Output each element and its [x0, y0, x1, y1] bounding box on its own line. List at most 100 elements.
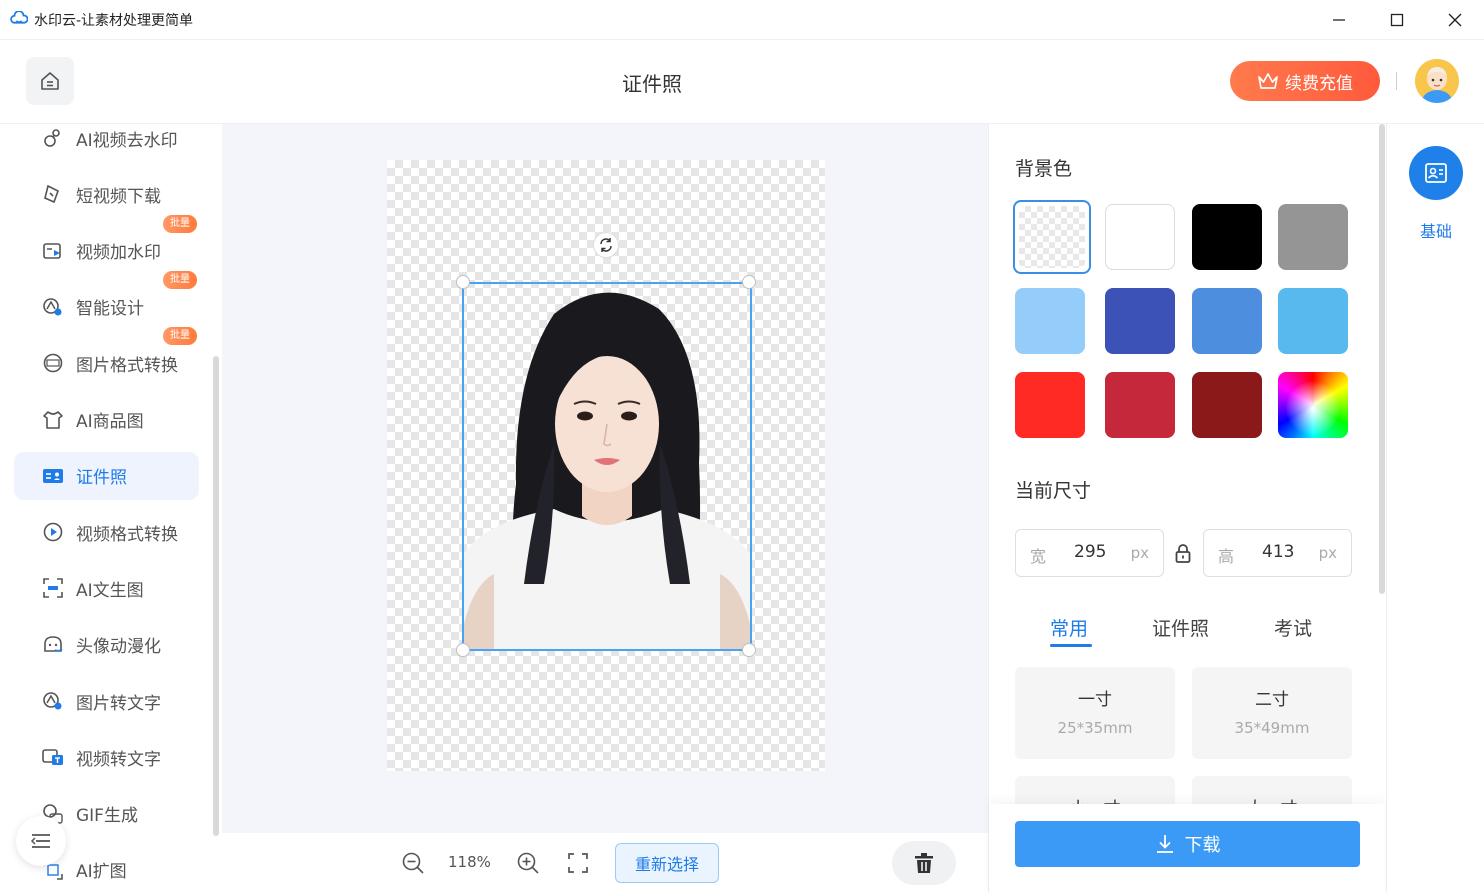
background-color-title: 背景色 [1015, 158, 1073, 180]
trash-icon [915, 853, 933, 873]
download-button[interactable]: 下载 [1015, 821, 1360, 867]
window-title: 水印云-让素材处理更简单 [34, 12, 194, 29]
title-bar: 水印云-让素材处理更简单 [0, 0, 1484, 40]
avatar-icon [1415, 59, 1459, 103]
window-controls [1310, 0, 1484, 40]
download-bar: 下载 [989, 804, 1385, 893]
sidebar-item-label: AI文生图 [76, 580, 144, 601]
close-button[interactable] [1426, 0, 1484, 40]
smart-design-icon [42, 296, 64, 318]
header: 证件照 续费充值 [0, 40, 1484, 124]
background-color-swatch[interactable] [1105, 288, 1175, 354]
height-value: 413 [1262, 542, 1295, 562]
background-color-swatch[interactable] [1013, 200, 1091, 274]
renew-recharge-button[interactable]: 续费充值 [1230, 61, 1380, 101]
background-color-swatch[interactable] [1192, 204, 1262, 270]
sidebar-item-video-add-watermark[interactable]: 视频加水印 批量 [14, 214, 199, 275]
sidebar-item-image-format-convert[interactable]: 图片格式转换 批量 [14, 327, 199, 387]
crown-icon [1258, 73, 1278, 89]
sidebar-item-id-photo[interactable]: 证件照 [14, 451, 199, 500]
avatar-anime-icon [42, 634, 64, 656]
rotate-icon [600, 238, 612, 252]
zoom-out-button[interactable] [400, 850, 426, 876]
id-photo-crop-frame[interactable] [462, 282, 752, 651]
sidebar-item-avatar-anime[interactable]: 头像动漫化 [14, 621, 199, 669]
background-color-swatch[interactable] [1278, 372, 1348, 438]
height-label: 高 [1218, 547, 1235, 566]
collapse-menu-button[interactable] [16, 816, 66, 866]
preset-two-inch[interactable]: 二寸 35*49mm [1192, 667, 1352, 759]
preset-name: 二寸 [1255, 690, 1289, 710]
crop-handle-bottom-left[interactable] [456, 643, 470, 657]
tab-common[interactable]: 常用 [1050, 614, 1088, 641]
tab-exam[interactable]: 考试 [1274, 614, 1312, 641]
zoom-in-button[interactable] [515, 850, 541, 876]
sidebar-scrollbar[interactable] [213, 356, 219, 836]
sidebar: AI视频去水印 短视频下载 视频加水印 批量 智能设计 批量 图片格式转换 批量 AI商品图 证件… [0, 124, 222, 893]
sidebar-item-video-watermark-remove[interactable]: AI视频去水印 [14, 124, 199, 162]
height-field[interactable]: 高 413 px [1203, 529, 1352, 577]
minimize-button[interactable] [1310, 0, 1368, 40]
sidebar-item-label: 短视频下载 [76, 186, 161, 207]
sidebar-item-video-to-text[interactable]: 视频转文字 [14, 733, 199, 781]
background-color-swatch[interactable] [1105, 372, 1175, 438]
menu-icon [30, 834, 50, 848]
id-photo-icon [42, 465, 64, 487]
tab-id-photo[interactable]: 证件照 [1152, 614, 1209, 641]
sidebar-item-label: 视频加水印 [76, 243, 161, 264]
sidebar-item-ai-product-image[interactable]: AI商品图 [14, 396, 199, 444]
crop-handle-bottom-right[interactable] [742, 643, 756, 657]
close-icon [1448, 13, 1462, 27]
crop-handle-top-right[interactable] [742, 275, 756, 289]
sidebar-item-label: 视频格式转换 [76, 524, 178, 545]
maximize-button[interactable] [1368, 0, 1426, 40]
width-value: 295 [1074, 542, 1107, 562]
sidebar-item-label: 图片转文字 [76, 693, 161, 714]
sidebar-item-short-video-download[interactable]: 短视频下载 [14, 170, 199, 218]
sidebar-item-video-format-convert[interactable]: 视频格式转换 [14, 508, 199, 556]
batch-badge: 批量 [163, 214, 197, 233]
sidebar-item-label: 证件照 [76, 468, 127, 489]
sidebar-item-label: 视频转文字 [76, 749, 161, 770]
portrait-photo [464, 292, 750, 649]
canvas-toolbar: 118% 重新选择 [222, 833, 988, 893]
preset-name: 一寸 [1078, 690, 1112, 710]
delete-button[interactable] [892, 841, 956, 885]
background-color-swatch[interactable] [1278, 204, 1348, 270]
background-color-swatch[interactable] [1015, 372, 1085, 438]
download-label: 下载 [1184, 835, 1221, 856]
video-add-watermark-icon [42, 240, 64, 262]
home-button[interactable] [26, 57, 74, 105]
sidebar-item-smart-design[interactable]: 智能设计 批量 [14, 270, 199, 331]
background-color-swatch[interactable] [1278, 288, 1348, 354]
background-color-swatch[interactable] [1015, 288, 1085, 354]
reselect-button[interactable]: 重新选择 [615, 843, 719, 883]
sidebar-item-label: AI视频去水印 [76, 130, 178, 151]
fit-screen-button[interactable] [565, 850, 591, 876]
background-color-swatch[interactable] [1192, 288, 1262, 354]
background-color-swatch[interactable] [1192, 372, 1262, 438]
rotate-button[interactable] [593, 232, 619, 258]
zoom-in-icon [517, 852, 539, 874]
width-field[interactable]: 宽 295 px [1015, 529, 1164, 577]
maximize-icon [1390, 13, 1404, 27]
app-logo-icon [10, 10, 28, 24]
sidebar-item-image-to-text[interactable]: 图片转文字 [14, 677, 199, 725]
active-tab-indicator [1050, 644, 1092, 647]
user-avatar[interactable] [1415, 59, 1459, 103]
home-icon [41, 72, 59, 90]
ai-product-image-icon [42, 409, 64, 431]
preset-one-inch[interactable]: 一寸 25*35mm [1015, 667, 1175, 759]
editor-canvas [222, 124, 988, 833]
batch-badge: 批量 [163, 327, 197, 346]
zoom-level: 118% [448, 853, 491, 871]
sidebar-item-ai-text-to-image[interactable]: AI文生图 [14, 564, 199, 612]
preset-size: 25*35mm [1057, 719, 1133, 737]
sidebar-item-label: 智能设计 [76, 299, 144, 320]
background-color-swatch[interactable] [1105, 204, 1175, 270]
width-unit: px [1130, 544, 1149, 562]
lock-icon[interactable] [1173, 543, 1193, 563]
panel-scrollbar[interactable] [1379, 124, 1385, 594]
basic-mode-button[interactable] [1409, 146, 1463, 200]
crop-handle-top-left[interactable] [456, 275, 470, 289]
